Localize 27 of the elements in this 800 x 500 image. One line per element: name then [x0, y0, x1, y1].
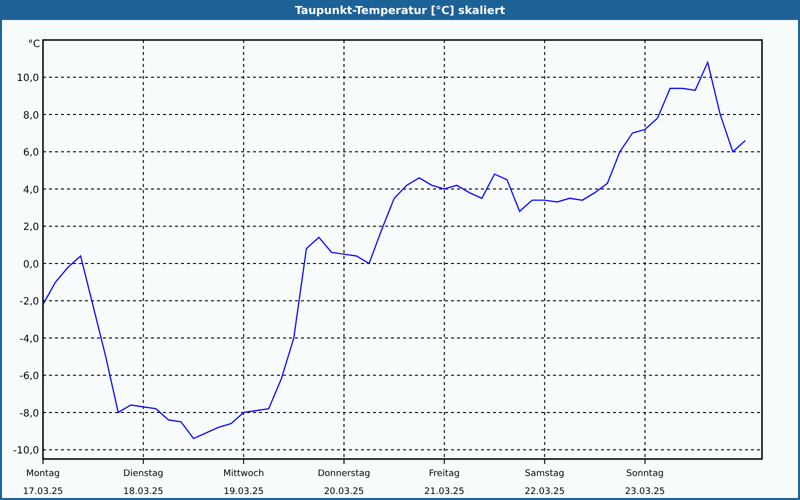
date-label: 19.03.25	[224, 487, 264, 497]
y-tick-label: -2,0	[19, 296, 39, 308]
y-tick-label: 6,0	[23, 148, 39, 159]
window-title: Taupunkt-Temperatur [°C] skaliert	[0, 0, 800, 20]
weekday-label: Dienstag	[123, 469, 164, 479]
date-label: 18.03.25	[123, 487, 164, 497]
date-label: 22.03.25	[524, 487, 565, 497]
weekday-label: Donnerstag	[318, 469, 370, 479]
y-tick-label: 10,0	[16, 73, 39, 84]
y-tick-label: 0,0	[23, 259, 39, 270]
y-tick-label: 8,0	[23, 110, 39, 122]
y-tick-label: -10,0	[13, 446, 39, 457]
y-tick-label: -8,0	[19, 408, 39, 420]
y-tick-label: -4,0	[19, 334, 39, 345]
y-tick-label: 4,0	[23, 184, 39, 196]
weekday-label: Montag	[26, 469, 60, 479]
date-label: 23.03.25	[624, 487, 666, 497]
y-tick-label: 2,0	[23, 222, 39, 234]
date-label: 20.03.25	[324, 487, 364, 497]
date-label: 17.03.25	[22, 487, 64, 497]
y-tick-label: -6,0	[19, 371, 39, 382]
weekday-label: Freitag	[428, 469, 460, 479]
weekday-label: Samstag	[524, 469, 564, 479]
weekday-label: Sonntag	[626, 469, 664, 479]
weekday-label: Mittwoch	[223, 469, 264, 479]
date-label: 21.03.25	[424, 487, 464, 497]
y-axis-unit: °C	[28, 39, 40, 50]
